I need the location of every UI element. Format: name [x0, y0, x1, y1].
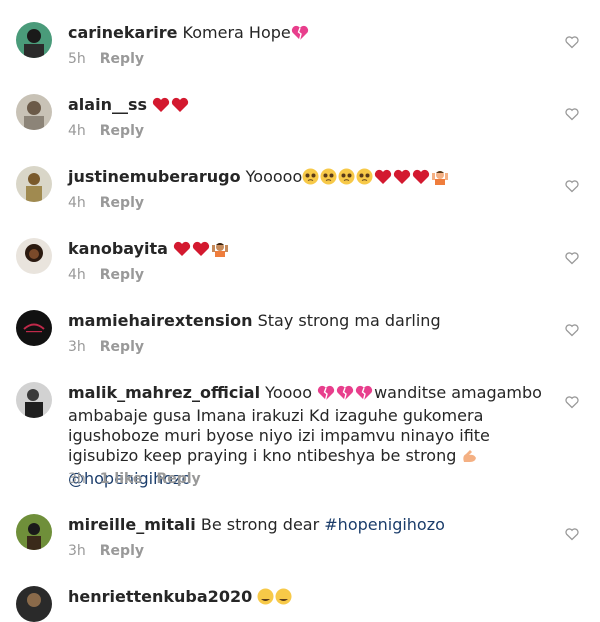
comment-body: carinekarire Komera Hope [68, 23, 558, 46]
broken-heart-icon [355, 385, 373, 406]
comment-time: 5h [68, 51, 86, 67]
heart-outline-icon[interactable] [565, 323, 579, 337]
heart-outline-icon[interactable] [565, 35, 579, 49]
comment-username[interactable]: mamiehairextension [68, 311, 253, 330]
red-heart-icon [412, 169, 430, 190]
comment-username[interactable]: kanobayita [68, 239, 168, 258]
comment-text: Stay strong ma darling [257, 311, 441, 330]
reply-button[interactable]: Reply [100, 123, 144, 139]
avatar[interactable] [16, 310, 52, 346]
heart-outline-icon[interactable] [565, 527, 579, 541]
pleading-face-icon [302, 168, 319, 190]
comment-time: 4h [68, 267, 86, 283]
avatar[interactable] [16, 166, 52, 202]
comment-text: Komera Hope [182, 23, 291, 42]
comment-meta: 3h Reply [68, 543, 144, 559]
flexed-biceps-icon [461, 448, 478, 469]
comment-body: kanobayita [68, 239, 558, 262]
avatar[interactable] [16, 94, 52, 130]
avatar[interactable] [16, 238, 52, 274]
heart-outline-icon[interactable] [565, 179, 579, 193]
red-heart-icon [152, 97, 170, 118]
person-raising-hands-icon [431, 168, 449, 190]
comment-username[interactable]: malik_mahrez_official [68, 383, 260, 402]
red-heart-icon [171, 97, 189, 118]
reply-button[interactable]: Reply [100, 267, 144, 283]
tears-of-joy-icon [275, 588, 292, 610]
comment-text-prefix: Yoooo [265, 383, 312, 402]
red-heart-icon [173, 241, 191, 262]
avatar[interactable] [16, 586, 52, 622]
comment-username[interactable]: mireille_mitali [68, 515, 196, 534]
comment-username[interactable]: justinemuberarugo [68, 167, 241, 186]
red-heart-icon [393, 169, 411, 190]
avatar[interactable] [16, 382, 52, 418]
reply-button[interactable]: Reply [100, 51, 144, 67]
heart-outline-icon[interactable] [565, 251, 579, 265]
comment-meta: 5h Reply [68, 51, 144, 67]
comment-text: Yooooo [245, 167, 303, 186]
tears-of-joy-icon [257, 588, 274, 610]
reply-button[interactable]: Reply [100, 339, 144, 355]
comment-time: 3h [68, 339, 86, 355]
comment-time: 4h [68, 195, 86, 211]
comment-username[interactable]: henriettenkuba2020 [68, 587, 252, 606]
pleading-face-icon [320, 168, 337, 190]
red-heart-icon [374, 169, 392, 190]
comment-meta: 4h Reply [68, 195, 144, 211]
comment-time: 3h [68, 471, 86, 487]
comment-username[interactable]: carinekarire [68, 23, 177, 42]
likes-count[interactable]: 1 like [100, 471, 143, 487]
comment-meta: 3h Reply [68, 339, 144, 355]
comment-meta: 4h Reply [68, 123, 144, 139]
comment-text: Be strong dear [200, 515, 320, 534]
comment-time: 3h [68, 543, 86, 559]
avatar[interactable] [16, 22, 52, 58]
comment-time: 4h [68, 123, 86, 139]
hashtag-link[interactable]: #hopenigihozo [324, 515, 445, 534]
broken-heart-icon [291, 25, 309, 46]
reply-button[interactable]: Reply [100, 543, 144, 559]
person-raising-hands-icon [211, 240, 229, 262]
broken-heart-icon [317, 385, 335, 406]
pleading-face-icon [338, 168, 355, 190]
broken-heart-icon [336, 385, 354, 406]
comment-body: justinemuberarugo Yooooo [68, 167, 558, 190]
comment-meta: 3h 1 like Reply [68, 471, 201, 487]
comment-body: mireille_mitali Be strong dear #hopenigi… [68, 515, 558, 535]
comment-username[interactable]: alain__ss [68, 95, 147, 114]
comment-body: mamiehairextension Stay strong ma darlin… [68, 311, 558, 331]
avatar[interactable] [16, 514, 52, 550]
reply-button[interactable]: Reply [156, 471, 200, 487]
comment-body: henriettenkuba2020 [68, 587, 558, 610]
heart-outline-icon[interactable] [565, 107, 579, 121]
comment-meta: 4h Reply [68, 267, 144, 283]
heart-outline-icon[interactable] [565, 395, 579, 409]
reply-button[interactable]: Reply [100, 195, 144, 211]
red-heart-icon [192, 241, 210, 262]
comment-body: alain__ss [68, 95, 558, 118]
pleading-face-icon [356, 168, 373, 190]
